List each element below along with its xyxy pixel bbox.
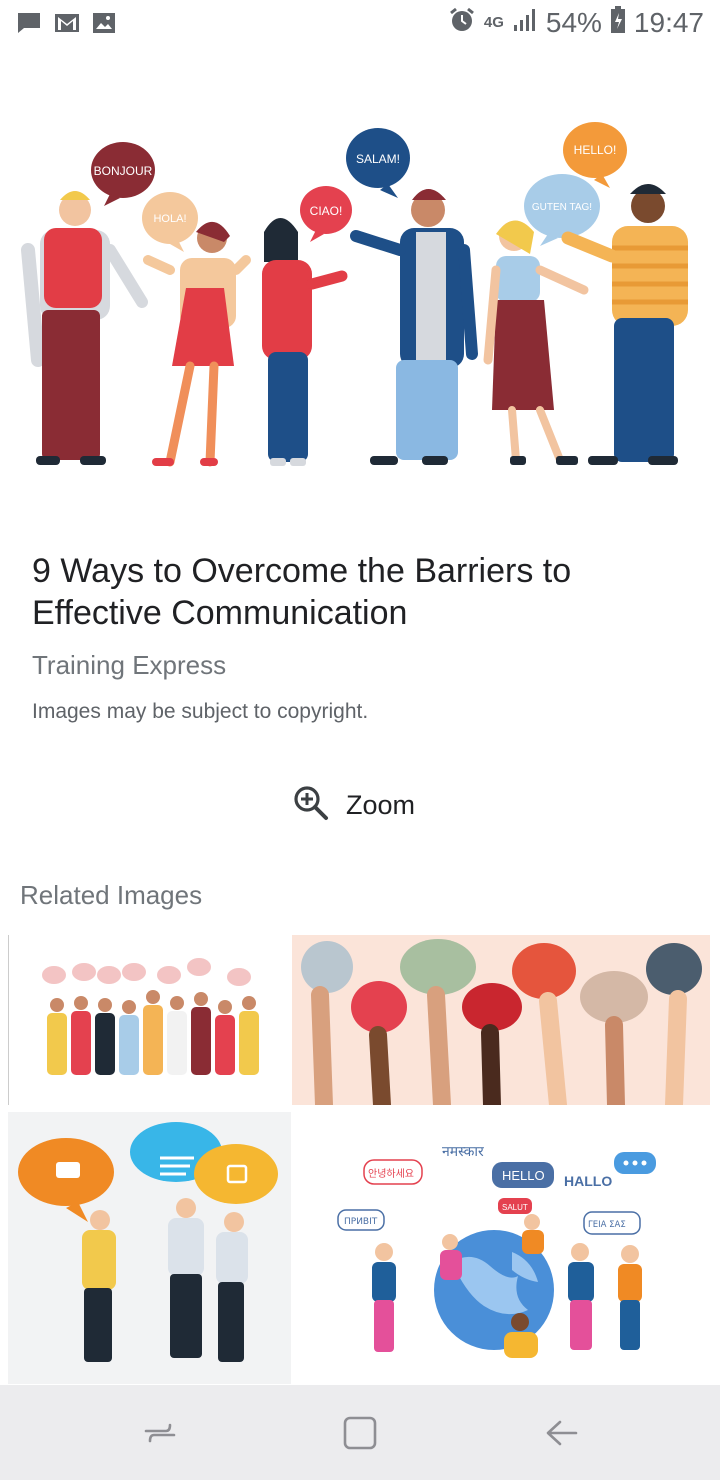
svg-text:HOLA!: HOLA! (153, 213, 186, 225)
status-bar: 4G 54% 19:47 (0, 0, 720, 50)
svg-text:नमस्कार: नमस्कार (442, 1144, 484, 1160)
message-icon (16, 10, 42, 41)
svg-text:GUTEN TAG!: GUTEN TAG! (532, 202, 592, 213)
gmail-icon (54, 12, 80, 39)
person-blonde-woman (483, 220, 589, 465)
battery-percent: 54% (545, 6, 602, 38)
alarm-icon (448, 6, 476, 39)
navigation-bar (0, 1385, 720, 1480)
related-image-4[interactable]: नमस्कार 안녕하세요 HELLO HALLO ПРИВІТ SALUT Γ… (292, 1112, 710, 1384)
result-image[interactable]: BONJOUR HOLA! CIAO! SALAM! GUTEN TAG! HE… (0, 60, 720, 520)
people-talking-illustration: BONJOUR HOLA! CIAO! SALAM! GUTEN TAG! HE… (21, 122, 688, 467)
svg-text:HALLO: HALLO (564, 1173, 612, 1189)
result-title[interactable]: 9 Ways to Overcome the Barriers to Effec… (32, 550, 672, 634)
speech-bubble-ciao: CIAO! (300, 186, 352, 242)
speech-bubble-hola: HOLA! (142, 192, 198, 252)
back-icon[interactable] (540, 1411, 584, 1455)
svg-text:SALAM!: SALAM! (356, 152, 400, 166)
battery-icon (610, 6, 626, 39)
svg-text:BONJOUR: BONJOUR (94, 164, 153, 178)
related-image-1[interactable] (8, 935, 291, 1105)
svg-text:ПРИВІТ: ПРИВІТ (344, 1217, 378, 1227)
recent-apps-icon[interactable] (138, 1411, 182, 1455)
person-pink-sweater (262, 218, 348, 466)
zoom-in-icon (292, 784, 330, 827)
person-blue-jacket (350, 189, 478, 465)
related-images-heading: Related Images (20, 880, 203, 910)
home-icon[interactable] (338, 1411, 382, 1455)
svg-text:SALUT: SALUT (502, 1203, 528, 1212)
result-source[interactable]: Training Express (32, 650, 226, 681)
speech-bubble-guten-tag: GUTEN TAG! (524, 174, 600, 246)
speech-bubble-bonjour: BONJOUR (91, 142, 155, 206)
svg-text:CIAO!: CIAO! (310, 204, 343, 218)
zoom-label: Zoom (346, 790, 416, 820)
person-red-vest (21, 191, 148, 465)
copyright-notice: Images may be subject to copyright. (32, 700, 369, 723)
network-type: 4G (483, 14, 504, 31)
speech-bubble-salam: SALAM! (346, 128, 410, 198)
svg-text:안녕하세요: 안녕하세요 (368, 1167, 414, 1180)
related-image-2[interactable] (292, 935, 710, 1105)
clock: 19:47 (633, 6, 704, 38)
signal-icon (512, 7, 538, 38)
svg-text:ΓΕΙΑ ΣΑΣ: ΓΕΙΑ ΣΑΣ (588, 1220, 626, 1230)
svg-text:HELLO!: HELLO! (574, 143, 617, 157)
related-image-3[interactable] (8, 1112, 291, 1384)
image-icon (92, 12, 116, 39)
zoom-button[interactable]: Zoom (292, 784, 415, 827)
svg-text:HELLO: HELLO (502, 1168, 545, 1183)
person-red-dress (143, 221, 251, 467)
